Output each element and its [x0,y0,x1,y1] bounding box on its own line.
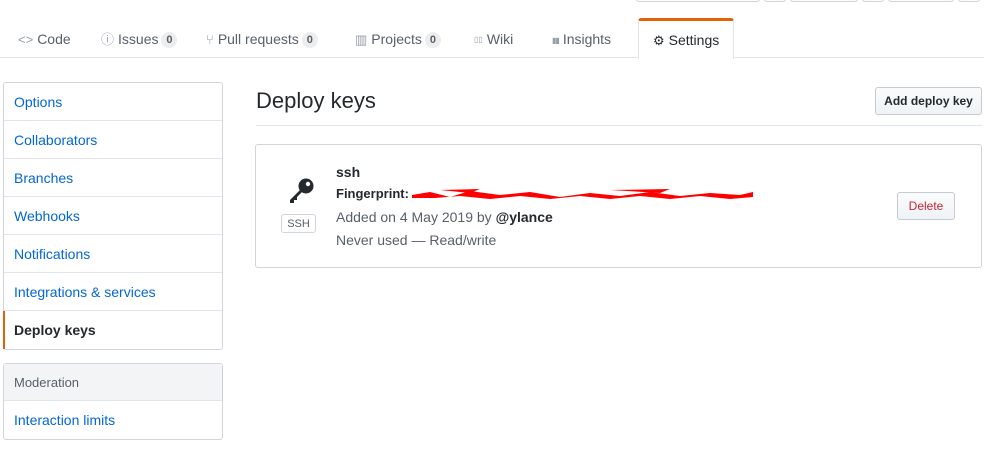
pull-request-icon: ⑂ [206,32,214,47]
tab-settings[interactable]: ⚙ Settings [638,18,735,59]
issue-icon: ⓘ [101,32,115,47]
key-icon [290,178,314,203]
watch-button[interactable] [636,0,760,2]
graph-icon: ▮▮ [552,36,560,45]
moderation-menu: Moderation Interaction limits [3,363,223,440]
fork-button[interactable] [888,0,954,2]
book-icon: ▯▯ [474,35,483,44]
ssh-type-label: SSH [281,214,316,233]
sidebar-item-interaction-limits[interactable]: Interaction limits [4,401,222,439]
star-count[interactable] [862,0,884,2]
key-usage: Never used — Read/write [336,232,497,248]
redaction-scribble [412,189,753,199]
fork-count[interactable] [958,0,980,2]
moderation-heading: Moderation [4,364,222,401]
projects-counter: 0 [424,32,441,48]
sidebar-item-collaborators[interactable]: Collaborators [4,121,222,159]
tab-pull-requests[interactable]: ⑂ Pull requests 0 [206,18,318,58]
tab-wiki[interactable]: ▯▯ Wiki [474,18,513,58]
add-deploy-key-button[interactable]: Add deploy key [875,87,982,115]
sidebar-item-webhooks[interactable]: Webhooks [4,197,222,235]
sidebar-item-notifications[interactable]: Notifications [4,235,222,273]
sidebar-item-branches[interactable]: Branches [4,159,222,197]
page-title: Deploy keys [256,88,376,113]
sidebar-item-options[interactable]: Options [4,83,222,121]
tab-code[interactable]: <> Code [18,18,71,58]
key-title: ssh [336,164,361,180]
deploy-key-item [255,144,982,268]
tab-projects[interactable]: ▥ Projects 0 [355,18,441,58]
key-added-info: Added on 4 May 2019 by @ylance [336,209,553,225]
repo-tabs: <> Code ⓘ Issues 0 ⑂ Pull requests 0 ▥ Project… [0,18,984,59]
delete-key-button[interactable]: Delete [897,192,955,220]
gear-icon: ⚙ [653,33,665,48]
project-icon: ▥ [355,32,368,47]
star-button[interactable] [790,0,858,2]
sidebar-item-deploy-keys[interactable]: Deploy keys [3,311,222,349]
code-icon: <> [18,32,34,47]
settings-menu: Options Collaborators Branches Webhooks … [3,82,223,350]
tab-insights[interactable]: ▮▮ Insights [552,18,611,58]
issues-counter: 0 [161,32,178,48]
watch-count[interactable] [764,0,786,2]
sidebar-item-integrations[interactable]: Integrations & services [4,273,222,311]
title-divider [256,125,982,126]
fingerprint-label: Fingerprint: [336,186,409,201]
pull-requests-counter: 0 [301,32,318,48]
key-added-by[interactable]: @ylance [496,209,553,225]
tab-issues[interactable]: ⓘ Issues 0 [101,18,178,58]
